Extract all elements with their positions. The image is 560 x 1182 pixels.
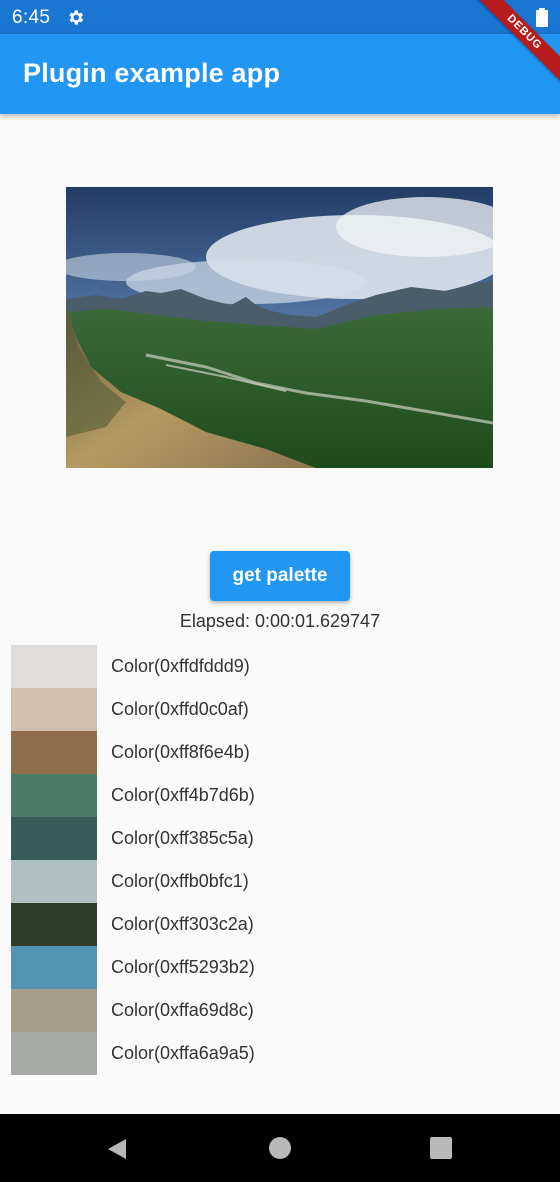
- palette-row: Color(0xffa6a9a5): [11, 1032, 551, 1075]
- palette-row: Color(0xffd0c0af): [11, 688, 551, 731]
- status-time: 6:45: [12, 7, 51, 28]
- color-label: Color(0xffb0bfc1): [111, 871, 249, 891]
- palette-row: Color(0xff385c5a): [11, 817, 551, 860]
- home-icon[interactable]: [268, 1136, 292, 1160]
- color-swatch: [11, 989, 97, 1032]
- palette-row: Color(0xff5293b2): [11, 946, 551, 989]
- palette-row: Color(0xff303c2a): [11, 903, 551, 946]
- color-label: Color(0xff4b7d6b): [111, 785, 255, 805]
- color-swatch: [11, 645, 97, 688]
- color-swatch: [11, 817, 97, 860]
- palette-row: Color(0xff8f6e4b): [11, 731, 551, 774]
- color-label: Color(0xff385c5a): [111, 828, 254, 848]
- recents-icon[interactable]: [430, 1137, 452, 1159]
- palette-row: Color(0xffa69d8c): [11, 989, 551, 1032]
- color-label: Color(0xffa69d8c): [111, 1000, 254, 1020]
- color-label: Color(0xff303c2a): [111, 914, 254, 934]
- color-swatch: [11, 946, 97, 989]
- app-title: Plugin example app: [23, 58, 281, 88]
- elapsed-time: Elapsed: 0:00:01.629747: [179, 611, 381, 631]
- debug-ribbon-label: DEBUG: [470, 0, 560, 89]
- palette-row: Color(0xff4b7d6b): [11, 774, 551, 817]
- color-label: Color(0xffa6a9a5): [111, 1043, 255, 1063]
- color-swatch: [11, 860, 97, 903]
- color-swatch: [11, 1032, 97, 1075]
- navigation-bar: [0, 1114, 560, 1182]
- debug-banner: DEBUG: [470, 0, 560, 90]
- gear-icon: [69, 10, 84, 25]
- color-label: Color(0xffd0c0af): [111, 699, 249, 719]
- color-label: Color(0xffdfddd9): [111, 656, 250, 676]
- palette-list: Color(0xffdfddd9) Color(0xffd0c0af) Colo…: [11, 645, 551, 1075]
- color-label: Color(0xff5293b2): [111, 957, 255, 977]
- palette-row: Color(0xffb0bfc1): [11, 860, 551, 903]
- color-swatch: [11, 688, 97, 731]
- color-swatch: [11, 774, 97, 817]
- back-icon[interactable]: [104, 1136, 130, 1162]
- color-label: Color(0xff8f6e4b): [111, 742, 250, 762]
- palette-row: Color(0xffdfddd9): [11, 645, 551, 688]
- landscape-image: [66, 187, 493, 468]
- get-palette-button[interactable]: get palette: [210, 551, 350, 601]
- color-swatch: [11, 903, 97, 946]
- color-swatch: [11, 731, 97, 774]
